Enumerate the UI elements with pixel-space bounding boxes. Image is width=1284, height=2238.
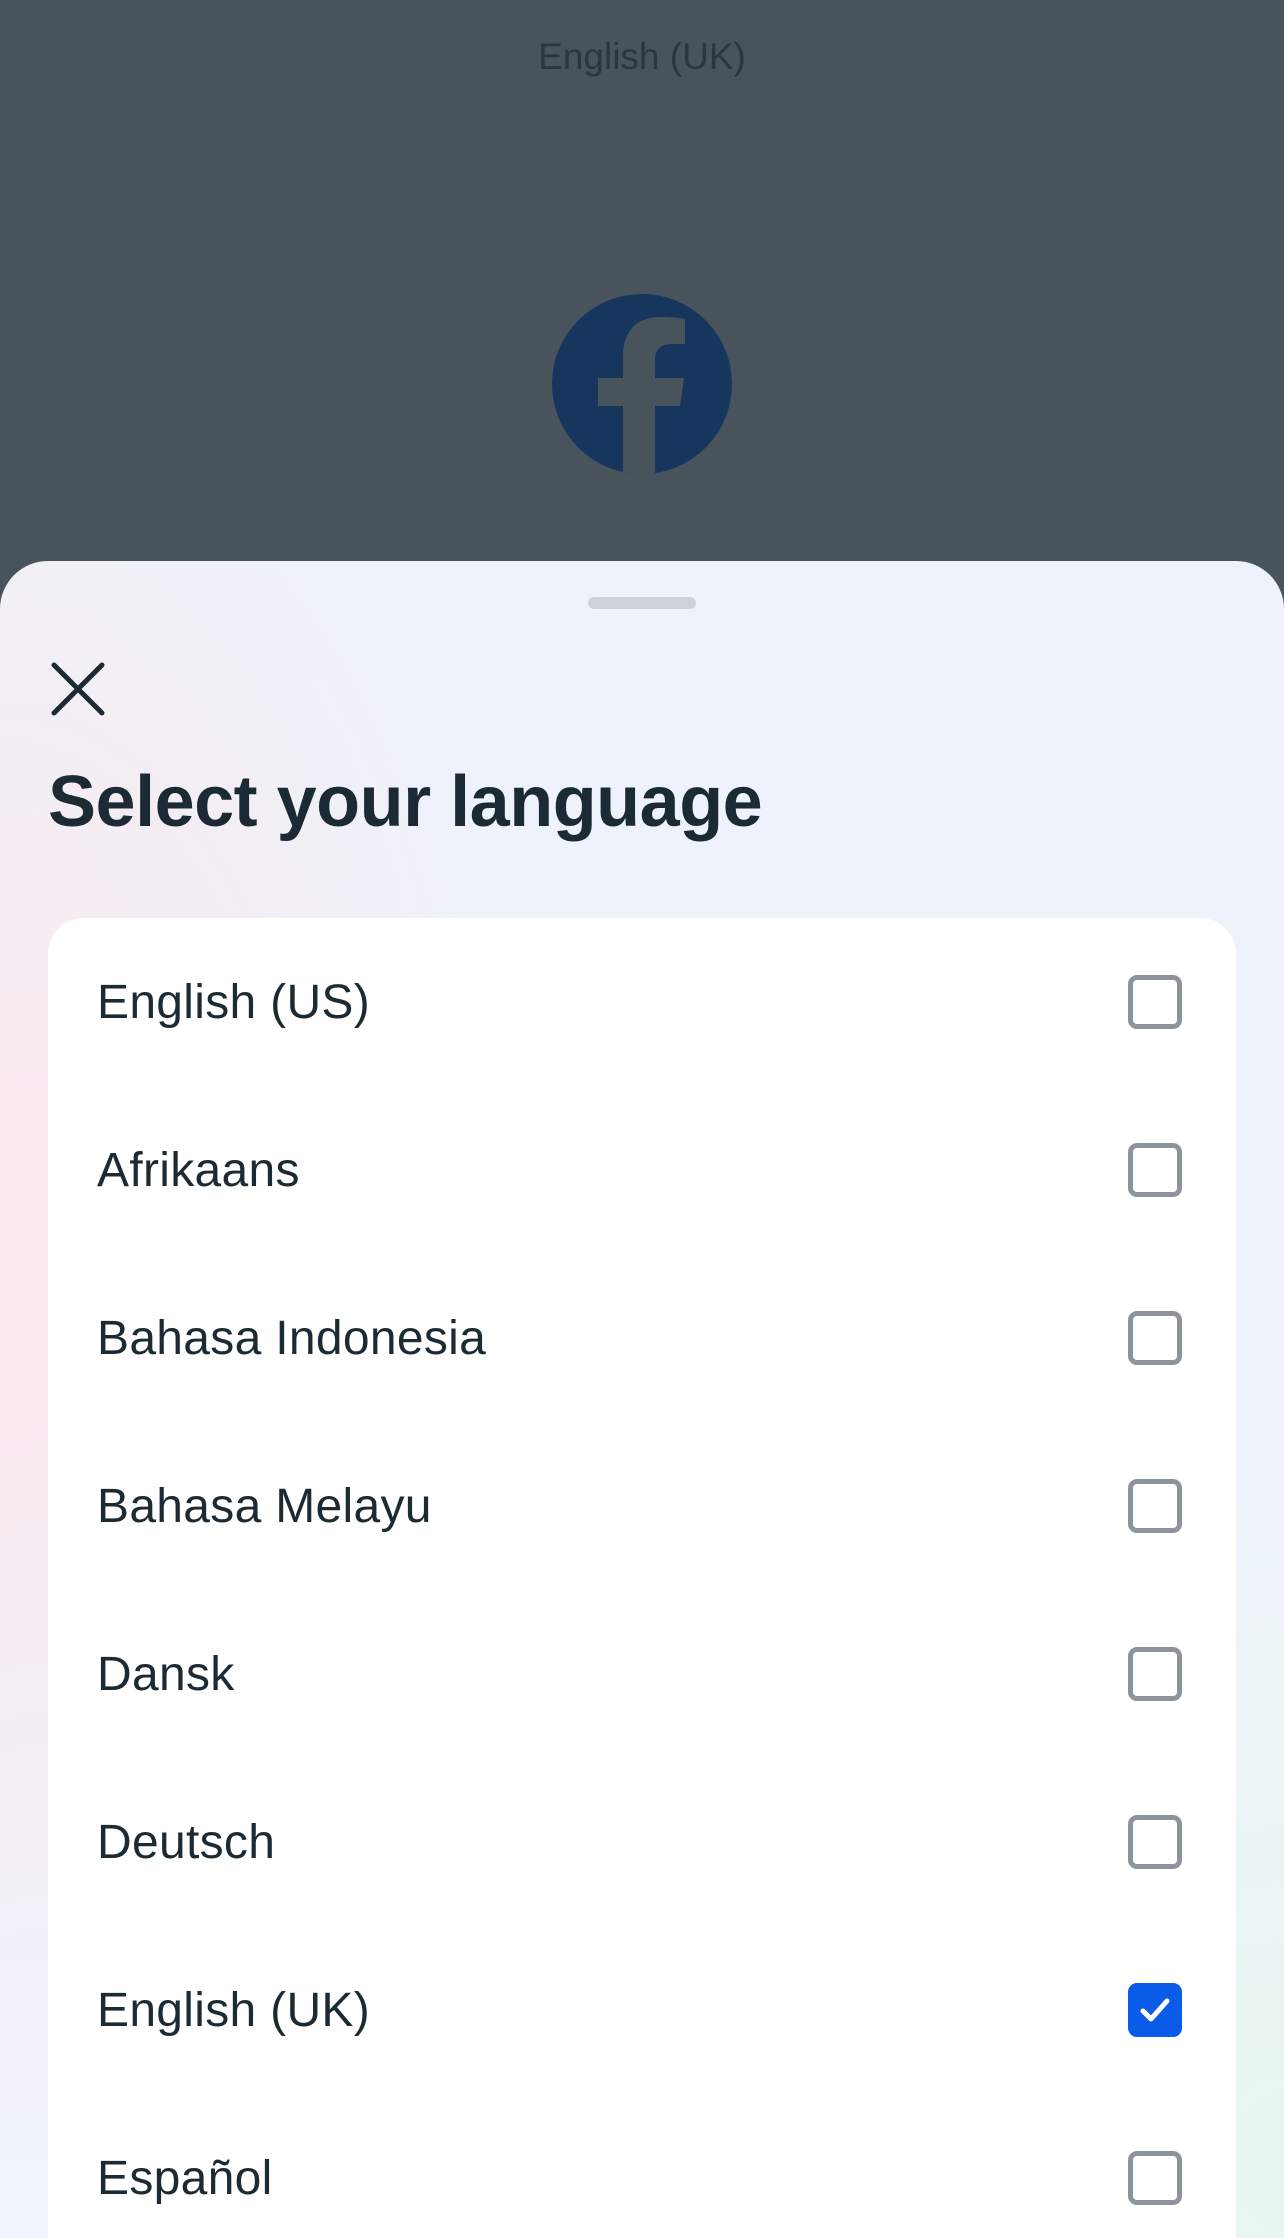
close-icon bbox=[51, 662, 105, 716]
checkmark-icon bbox=[1140, 1998, 1170, 2022]
language-label: Bahasa Indonesia bbox=[97, 1311, 487, 1365]
language-label: English (US) bbox=[97, 975, 371, 1029]
language-option[interactable]: Deutsch bbox=[48, 1758, 1236, 1926]
language-checkbox[interactable] bbox=[1128, 1815, 1182, 1869]
language-option[interactable]: Dansk bbox=[48, 1590, 1236, 1758]
background-page: English (UK) bbox=[0, 0, 1284, 600]
language-label: Bahasa Melayu bbox=[97, 1479, 432, 1533]
language-list: English (US) Afrikaans Bahasa Indonesia … bbox=[48, 918, 1236, 2238]
language-checkbox[interactable] bbox=[1128, 1647, 1182, 1701]
language-label: English (UK) bbox=[97, 1983, 371, 2037]
current-language-link[interactable]: English (UK) bbox=[0, 36, 1284, 78]
language-label: Español bbox=[97, 2151, 273, 2205]
sheet-title: Select your language bbox=[48, 762, 763, 842]
language-label: Dansk bbox=[97, 1647, 235, 1701]
language-label: Deutsch bbox=[97, 1815, 276, 1869]
language-checkbox[interactable] bbox=[1128, 1143, 1182, 1197]
language-option-selected[interactable]: English (UK) bbox=[48, 1926, 1236, 2094]
language-option[interactable]: Bahasa Melayu bbox=[48, 1422, 1236, 1590]
language-option[interactable]: Español bbox=[48, 2094, 1236, 2238]
language-checkbox[interactable] bbox=[1128, 2151, 1182, 2205]
language-bottom-sheet: Select your language English (US) Afrika… bbox=[0, 561, 1284, 2238]
language-checkbox[interactable] bbox=[1128, 1479, 1182, 1533]
language-option[interactable]: Afrikaans bbox=[48, 1086, 1236, 1254]
language-option[interactable]: Bahasa Indonesia bbox=[48, 1254, 1236, 1422]
language-checkbox-checked[interactable] bbox=[1128, 1983, 1182, 2037]
close-button[interactable] bbox=[44, 655, 112, 723]
language-option[interactable]: English (US) bbox=[48, 918, 1236, 1086]
language-checkbox[interactable] bbox=[1128, 975, 1182, 1029]
drag-handle[interactable] bbox=[588, 597, 696, 609]
facebook-logo-icon bbox=[552, 294, 732, 474]
language-checkbox[interactable] bbox=[1128, 1311, 1182, 1365]
language-label: Afrikaans bbox=[97, 1143, 300, 1197]
